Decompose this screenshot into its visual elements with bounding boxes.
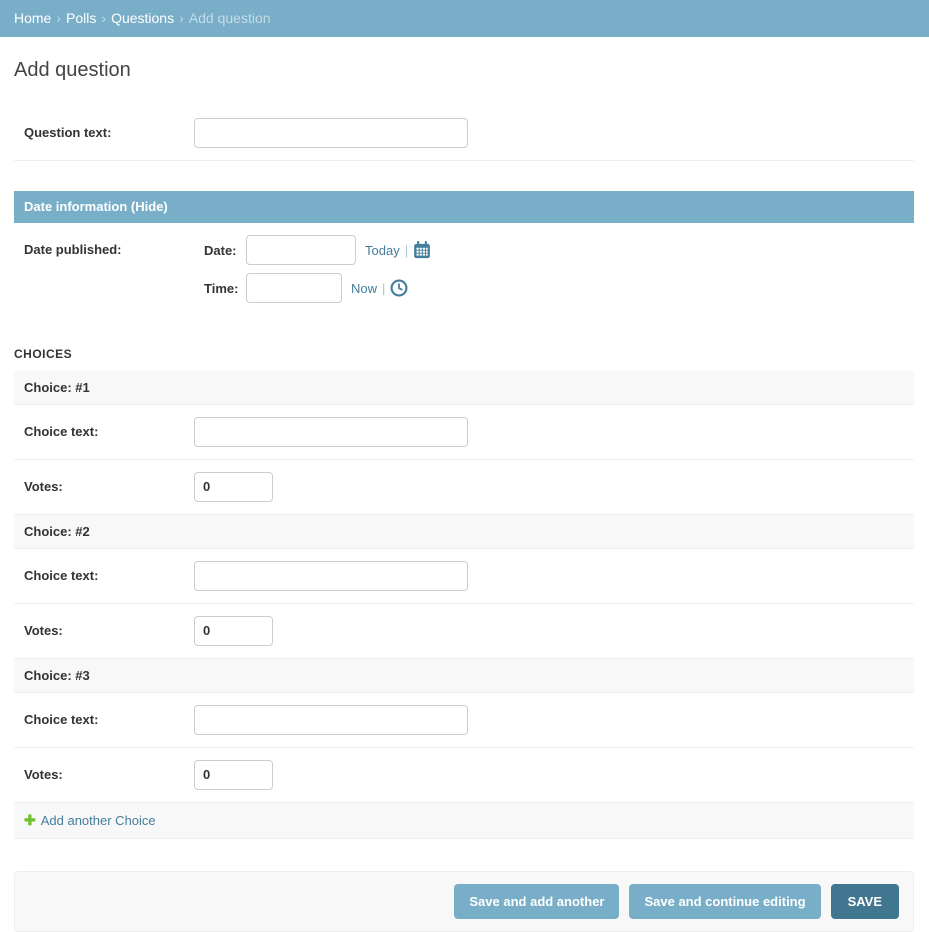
votes-label: Votes: [24,616,194,638]
breadcrumb-link-home[interactable]: Home [14,10,51,26]
choice-title: Choice: #3 [14,659,914,693]
date-sublabel: Date: [204,243,240,258]
date-published-row: Date published: Date: Today | [14,223,914,317]
question-module: Question text: [14,106,914,161]
choice-text-row: Choice text: [14,549,914,604]
choice-title: Choice: #2 [14,515,914,549]
add-another-choice-label: Add another Choice [41,813,156,828]
votes-label: Votes: [24,760,194,782]
breadcrumb-link-polls[interactable]: Polls [66,10,96,26]
time-input[interactable] [246,273,342,303]
save-and-continue-editing-button[interactable]: Save and continue editing [629,884,820,919]
shortcut-separator: | [405,243,408,258]
submit-row: Save and add another Save and continue e… [14,871,914,932]
choice-block: Choice: #3 Choice text: Votes: [14,659,914,803]
date-information-module: Date information (Hide) Date published: … [14,191,914,317]
choice-text-input[interactable] [194,561,468,591]
choice-block: Choice: #1 Choice text: Votes: [14,371,914,515]
choice-text-input[interactable] [194,705,468,735]
date-published-label: Date published: [24,235,194,257]
question-text-label: Question text: [24,118,194,140]
choices-inline-group: CHOICES Choice: #1 Choice text: Votes: C… [14,347,914,839]
now-link[interactable]: Now [351,281,377,296]
votes-row: Votes: [14,748,914,803]
collapse-toggle-link[interactable]: (Hide) [131,199,168,214]
date-information-header: Date information (Hide) [14,191,914,223]
today-link[interactable]: Today [365,243,400,258]
date-information-header-title: Date information [24,199,127,214]
choice-text-row: Choice text: [14,693,914,748]
plus-icon[interactable]: ✚ [24,812,36,828]
votes-input[interactable] [194,616,273,646]
add-another-choice-link[interactable]: ✚ Add another Choice [24,813,156,828]
date-input[interactable] [246,235,356,265]
choice-block: Choice: #2 Choice text: Votes: [14,515,914,659]
breadcrumb-link-questions[interactable]: Questions [111,10,174,26]
calendar-icon[interactable] [413,241,431,259]
date-line: Date: Today | [194,235,431,265]
add-choice-row: ✚ Add another Choice [14,803,914,839]
time-line: Time: Now | [194,273,431,303]
time-shortcuts: Now | [351,279,408,297]
choice-text-input[interactable] [194,417,468,447]
choice-text-label: Choice text: [24,705,194,727]
save-button[interactable]: SAVE [831,884,899,919]
breadcrumb-separator: › [101,10,106,26]
breadcrumb-separator: › [56,10,61,26]
breadcrumb-separator: › [179,10,184,26]
votes-label: Votes: [24,472,194,494]
choice-title: Choice: #1 [14,371,914,405]
choice-text-label: Choice text: [24,561,194,583]
votes-input[interactable] [194,472,273,502]
datetime-widget: Date: Today | [194,235,431,303]
breadcrumb-current: Add question [189,10,271,26]
breadcrumb: Home › Polls › Questions › Add question [0,0,929,37]
choices-header: CHOICES [14,347,914,361]
choice-text-label: Choice text: [24,417,194,439]
add-question-form: Question text: Date information (Hide) D… [14,106,914,932]
time-sublabel: Time: [204,281,240,296]
votes-input[interactable] [194,760,273,790]
date-shortcuts: Today | [365,241,431,259]
page-title: Add question [14,59,914,82]
choice-text-row: Choice text: [14,405,914,460]
votes-row: Votes: [14,460,914,515]
votes-row: Votes: [14,604,914,659]
shortcut-separator: | [382,281,385,296]
question-text-row: Question text: [14,106,914,161]
question-text-input[interactable] [194,118,468,148]
save-and-add-another-button[interactable]: Save and add another [454,884,619,919]
content-area: Add question Question text: Date informa… [0,37,929,932]
clock-icon[interactable] [390,279,408,297]
